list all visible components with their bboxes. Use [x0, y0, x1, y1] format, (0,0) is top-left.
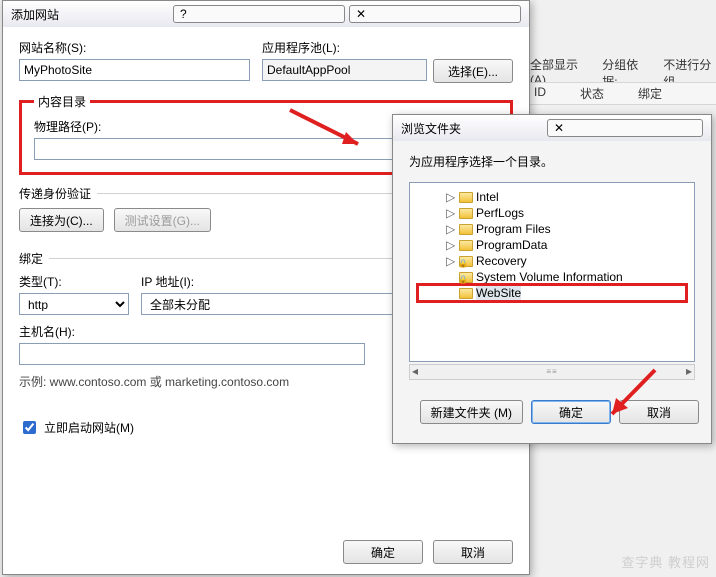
- folder-icon: [459, 288, 473, 299]
- tree-hscrollbar[interactable]: ≡≡: [409, 364, 695, 380]
- tree-item-programfiles[interactable]: ▷Program Files: [418, 221, 686, 237]
- watermark: 查字典 教程网: [621, 552, 710, 571]
- test-settings-button: 测试设置(G)...: [114, 208, 211, 232]
- host-input[interactable]: [19, 343, 365, 365]
- folder-tree[interactable]: ▷Intel ▷PerfLogs ▷Program Files ▷Program…: [409, 182, 695, 362]
- col-state[interactable]: 状态: [580, 85, 604, 102]
- start-now-label: 立即启动网站(M): [44, 419, 134, 436]
- folder-icon: [459, 240, 473, 251]
- tree-item-programdata[interactable]: ▷ProgramData: [418, 237, 686, 253]
- add-dialog-titlebar: 添加网站 ? ✕: [3, 1, 529, 27]
- browse-folder-dialog: 浏览文件夹 ✕ 为应用程序选择一个目录。 ▷Intel ▷PerfLogs ▷P…: [392, 114, 712, 444]
- type-select[interactable]: http: [19, 293, 129, 315]
- add-ok-button[interactable]: 确定: [343, 540, 423, 564]
- folder-icon: [459, 192, 473, 203]
- browse-close-icon[interactable]: ✕: [547, 119, 703, 137]
- folder-lock-icon: [459, 272, 473, 283]
- app-pool-label: 应用程序池(L):: [262, 39, 513, 56]
- col-bind[interactable]: 绑定: [638, 85, 662, 102]
- tree-item-perflogs[interactable]: ▷PerfLogs: [418, 205, 686, 221]
- start-now-input[interactable]: [23, 421, 36, 434]
- help-icon[interactable]: ?: [173, 5, 345, 23]
- connect-as-button[interactable]: 连接为(C)...: [19, 208, 104, 232]
- add-dialog-title: 添加网站: [11, 6, 169, 23]
- browse-instruction: 为应用程序选择一个目录。: [409, 153, 695, 170]
- app-pool-input: [262, 59, 427, 81]
- tree-item-svi[interactable]: System Volume Information: [418, 269, 686, 285]
- browse-cancel-button[interactable]: 取消: [619, 400, 699, 424]
- tree-item-intel[interactable]: ▷Intel: [418, 189, 686, 205]
- content-dir-legend: 内容目录: [34, 93, 90, 110]
- folder-lock-icon: [459, 256, 473, 267]
- type-label: 类型(T):: [19, 273, 129, 290]
- browse-dialog-titlebar: 浏览文件夹 ✕: [393, 115, 711, 141]
- site-name-label: 网站名称(S):: [19, 39, 250, 56]
- site-name-input[interactable]: [19, 59, 250, 81]
- tree-item-recovery[interactable]: ▷Recovery: [418, 253, 686, 269]
- browse-dialog-title: 浏览文件夹: [401, 120, 543, 137]
- tree-item-website[interactable]: WebSite: [418, 285, 686, 301]
- select-pool-button[interactable]: 选择(E)...: [433, 59, 513, 83]
- add-cancel-button[interactable]: 取消: [433, 540, 513, 564]
- folder-icon: [459, 224, 473, 235]
- folder-icon: [459, 208, 473, 219]
- new-folder-button[interactable]: 新建文件夹 (M): [420, 400, 523, 424]
- col-id[interactable]: ID: [534, 85, 546, 102]
- browse-ok-button[interactable]: 确定: [531, 400, 611, 424]
- close-icon[interactable]: ✕: [349, 5, 521, 23]
- auth-label: 传递身份验证: [19, 185, 91, 202]
- binding-legend: 绑定: [19, 250, 43, 267]
